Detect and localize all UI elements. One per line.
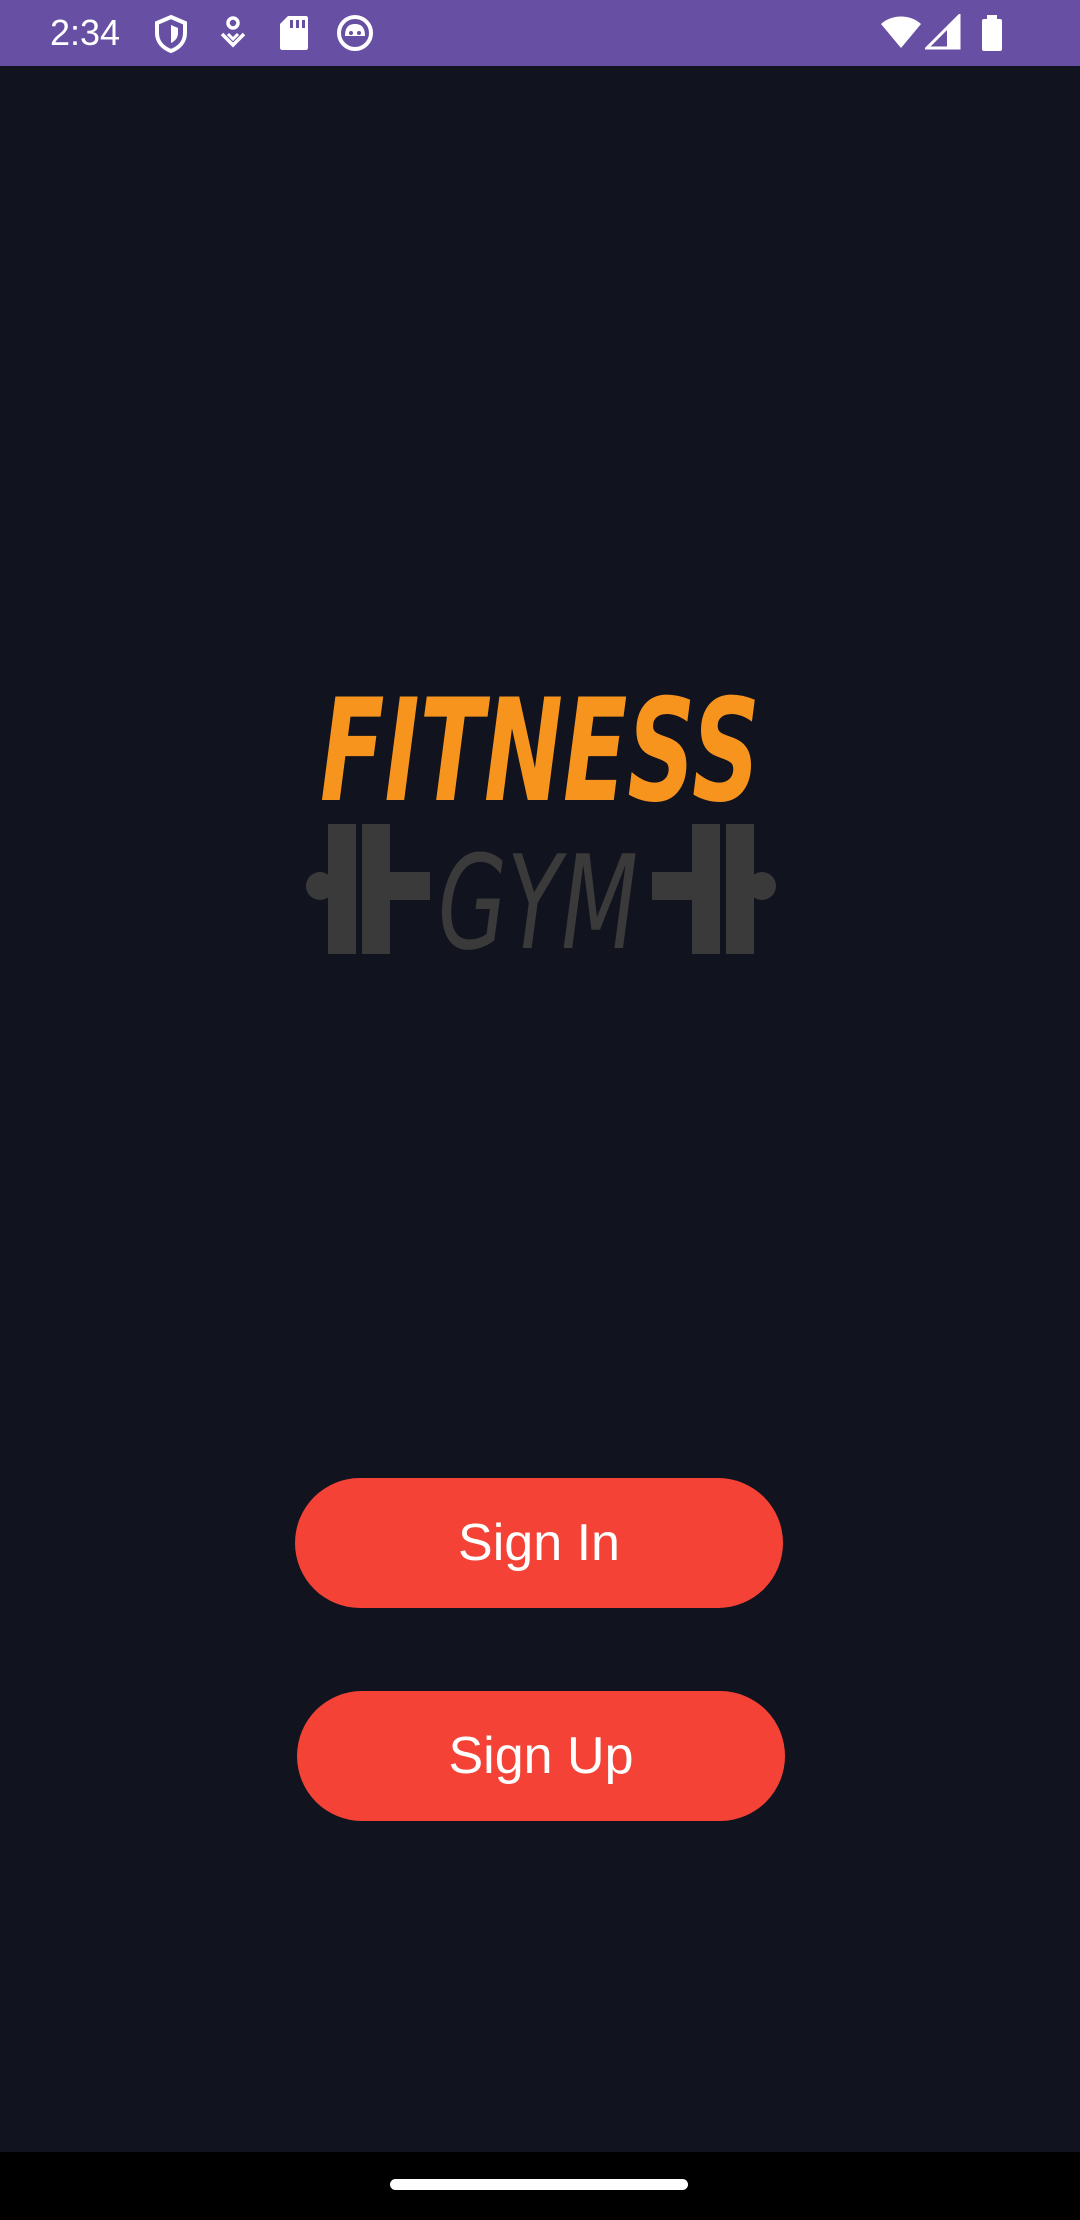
sign-up-button[interactable]: Sign Up [297, 1691, 785, 1821]
app-screen: 2:34 FITNESS GYM Sign In Sign Up [0, 0, 1080, 2220]
dumbbell-left-icon [306, 824, 430, 954]
cat-face-icon [337, 15, 373, 51]
shield-icon [155, 14, 187, 54]
fitness-gym-logo: FITNESS GYM [306, 669, 776, 960]
battery-icon [982, 15, 1002, 51]
status-time: 2:34 [50, 12, 121, 53]
home-gesture-handle[interactable] [390, 2179, 688, 2190]
dumbbell-right-icon [652, 824, 776, 954]
sign-in-button[interactable]: Sign In [295, 1478, 783, 1608]
status-bar: 2:34 [0, 0, 1080, 66]
location-pin-icon [220, 16, 246, 48]
wifi-icon [881, 16, 921, 48]
signal-icon [925, 14, 961, 50]
logo-fitness-text: FITNESS [320, 669, 760, 834]
sd-card-icon [280, 16, 308, 50]
logo-gym-text: GYM [438, 827, 638, 960]
